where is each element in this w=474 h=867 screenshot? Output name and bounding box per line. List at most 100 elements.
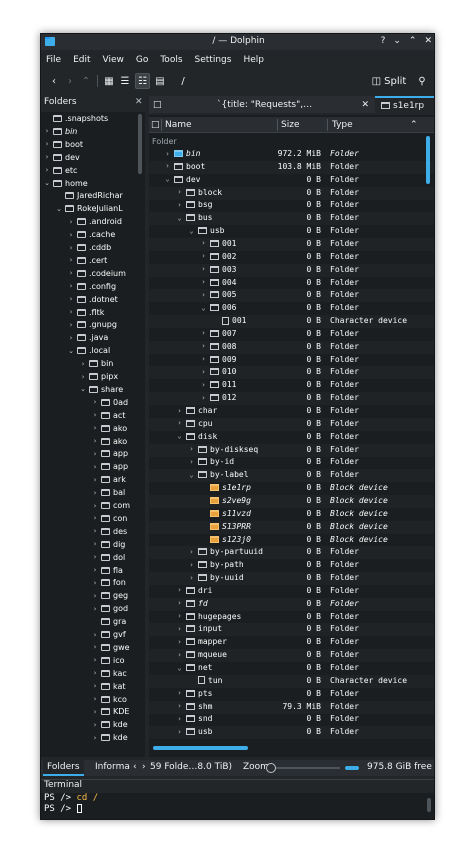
chevron-right-icon[interactable]: ›: [199, 291, 208, 299]
chevron-right-icon[interactable]: ›: [91, 463, 99, 471]
back-icon[interactable]: ‹: [47, 73, 61, 89]
chevron-down-icon[interactable]: ⌄: [175, 214, 184, 222]
location-path[interactable]: /: [177, 73, 189, 89]
chevron-right-icon[interactable]: ›: [187, 445, 196, 453]
folders-tree-item[interactable]: › gvf: [41, 628, 145, 641]
chevron-right-icon[interactable]: ›: [91, 566, 99, 574]
menu-settings[interactable]: Settings: [195, 55, 232, 65]
chevron-right-icon[interactable]: ›: [199, 355, 208, 363]
menu-edit[interactable]: Edit: [73, 55, 90, 65]
chevron-right-icon[interactable]: ›: [43, 153, 51, 161]
table-row[interactable]: s1e1rp 0 B Block device: [149, 482, 434, 495]
folders-tree-item[interactable]: › kco: [41, 693, 145, 706]
terminal-panel[interactable]: PS /> cd / PS />: [41, 793, 434, 819]
table-row[interactable]: › block 0 B Folder: [149, 186, 434, 200]
chevron-right-icon[interactable]: ›: [91, 605, 99, 613]
chevron-right-icon[interactable]: ›: [175, 651, 184, 659]
folders-tree-item[interactable]: › pipx: [41, 370, 145, 383]
menu-help[interactable]: Help: [243, 55, 264, 65]
folders-tree-item[interactable]: › con: [41, 512, 145, 525]
chevron-right-icon[interactable]: ›: [67, 334, 75, 342]
chevron-right-icon[interactable]: ›: [91, 553, 99, 561]
folders-tree-item[interactable]: › .cddb: [41, 241, 145, 254]
folders-tree-item[interactable]: › fla: [41, 564, 145, 577]
chevron-right-icon[interactable]: ›: [67, 244, 75, 252]
chevron-right-icon[interactable]: ›: [91, 721, 99, 729]
chevron-right-icon[interactable]: ›: [175, 419, 184, 427]
chevron-down-icon[interactable]: ⌄: [67, 347, 75, 355]
folders-tree-item[interactable]: gra: [41, 615, 145, 628]
table-row[interactable]: › usb 0 B Folder: [149, 726, 434, 740]
chevron-right-icon[interactable]: ›: [91, 411, 99, 419]
folders-tree-item[interactable]: › geg: [41, 589, 145, 602]
table-row[interactable]: s123j0 0 B Block device: [149, 534, 434, 547]
chevron-right-icon[interactable]: ›: [175, 407, 184, 415]
chevron-down-icon[interactable]: ⌄: [79, 385, 87, 393]
chevron-right-icon[interactable]: ›: [175, 612, 184, 620]
table-row[interactable]: › 003 0 B Folder: [149, 263, 434, 277]
chevron-right-icon[interactable]: ›: [43, 166, 51, 174]
up-icon[interactable]: ⌃: [79, 73, 93, 89]
table-row[interactable]: › bsg 0 B Folder: [149, 199, 434, 212]
menu-file[interactable]: File: [46, 55, 61, 65]
chevron-down-icon[interactable]: ⌄: [199, 304, 208, 312]
chevron-right-icon[interactable]: ›: [91, 682, 99, 690]
chevron-right-icon[interactable]: ›: [163, 162, 172, 170]
folders-tree-item[interactable]: › gwe: [41, 641, 145, 654]
sort-ascending-icon[interactable]: ⌃: [410, 120, 418, 130]
tab-information-panel[interactable]: Informa: [91, 760, 134, 776]
tab-requests[interactable]: `{title: "Requests",… ✕: [163, 96, 373, 113]
folders-tree-item[interactable]: › act: [41, 409, 145, 422]
table-row[interactable]: 001 0 B Character device: [149, 315, 434, 329]
folders-tree-item[interactable]: › .config: [41, 280, 145, 293]
table-row[interactable]: › hugepages 0 B Folder: [149, 611, 434, 624]
folders-tree-item[interactable]: › bin: [41, 125, 145, 138]
chevron-right-icon[interactable]: ›: [67, 308, 75, 316]
close-icon[interactable]: ✕: [424, 36, 432, 46]
chevron-right-icon[interactable]: ›: [175, 728, 184, 736]
table-row[interactable]: › fd 0 B Folder: [149, 597, 434, 611]
chevron-right-icon[interactable]: ›: [91, 514, 99, 522]
chevron-right-icon[interactable]: ›: [43, 127, 51, 135]
folders-tree-item[interactable]: .snapshots: [41, 112, 145, 125]
folders-tree-item[interactable]: › app: [41, 447, 145, 460]
chevron-right-icon[interactable]: ›: [91, 592, 99, 600]
chevron-right-icon[interactable]: ›: [175, 201, 184, 209]
chevron-down-icon[interactable]: ⌄: [175, 432, 184, 440]
chevron-right-icon[interactable]: ›: [67, 256, 75, 264]
chevron-right-icon[interactable]: ›: [175, 599, 184, 607]
chevron-right-icon[interactable]: ›: [79, 360, 87, 368]
column-type[interactable]: Type: [332, 120, 353, 130]
table-row[interactable]: › 001 0 B Folder: [149, 237, 434, 251]
table-row[interactable]: › snd 0 B Folder: [149, 713, 434, 726]
chevron-right-icon[interactable]: ›: [199, 381, 208, 389]
chevron-right-icon[interactable]: ›: [91, 540, 99, 548]
table-row[interactable]: › char 0 B Folder: [149, 405, 434, 418]
folders-tree-item[interactable]: ⌄ share: [41, 383, 145, 396]
chevron-right-icon[interactable]: ›: [91, 631, 99, 639]
chevron-down-icon[interactable]: ⌄: [187, 227, 196, 235]
folders-tree-item[interactable]: › god: [41, 602, 145, 615]
chevron-right-icon[interactable]: ›: [67, 321, 75, 329]
chevron-right-icon[interactable]: ›: [91, 579, 99, 587]
chevron-right-icon[interactable]: ›: [91, 656, 99, 664]
folders-tree-item[interactable]: ⌄ .local: [41, 344, 145, 357]
folders-tree-item[interactable]: ⌄ home: [41, 177, 145, 190]
chevron-right-icon[interactable]: ›: [67, 218, 75, 226]
chevron-right-icon[interactable]: ›: [43, 140, 51, 148]
tab-s1e1rp[interactable]: s1e1rp: [375, 96, 434, 113]
chevron-right-icon[interactable]: ›: [199, 394, 208, 402]
chevron-right-icon[interactable]: ›: [67, 269, 75, 277]
folders-tree-item[interactable]: › kat: [41, 680, 145, 693]
folders-tree-item[interactable]: › dev: [41, 151, 145, 164]
table-row[interactable]: s2ve9g 0 B Block device: [149, 494, 434, 508]
details-scrollbar[interactable]: [426, 134, 431, 754]
folders-tree-item[interactable]: › dol: [41, 551, 145, 564]
column-checkbox-icon[interactable]: □: [151, 120, 160, 130]
folders-tree-item[interactable]: › kde: [41, 731, 145, 744]
folders-tree-item[interactable]: › bal: [41, 486, 145, 499]
menu-view[interactable]: View: [103, 55, 124, 65]
table-row[interactable]: ⌄ bus 0 B Folder: [149, 212, 434, 226]
chevron-down-icon[interactable]: ⌄: [55, 205, 63, 213]
folders-tree-item[interactable]: › .codeium: [41, 267, 145, 280]
